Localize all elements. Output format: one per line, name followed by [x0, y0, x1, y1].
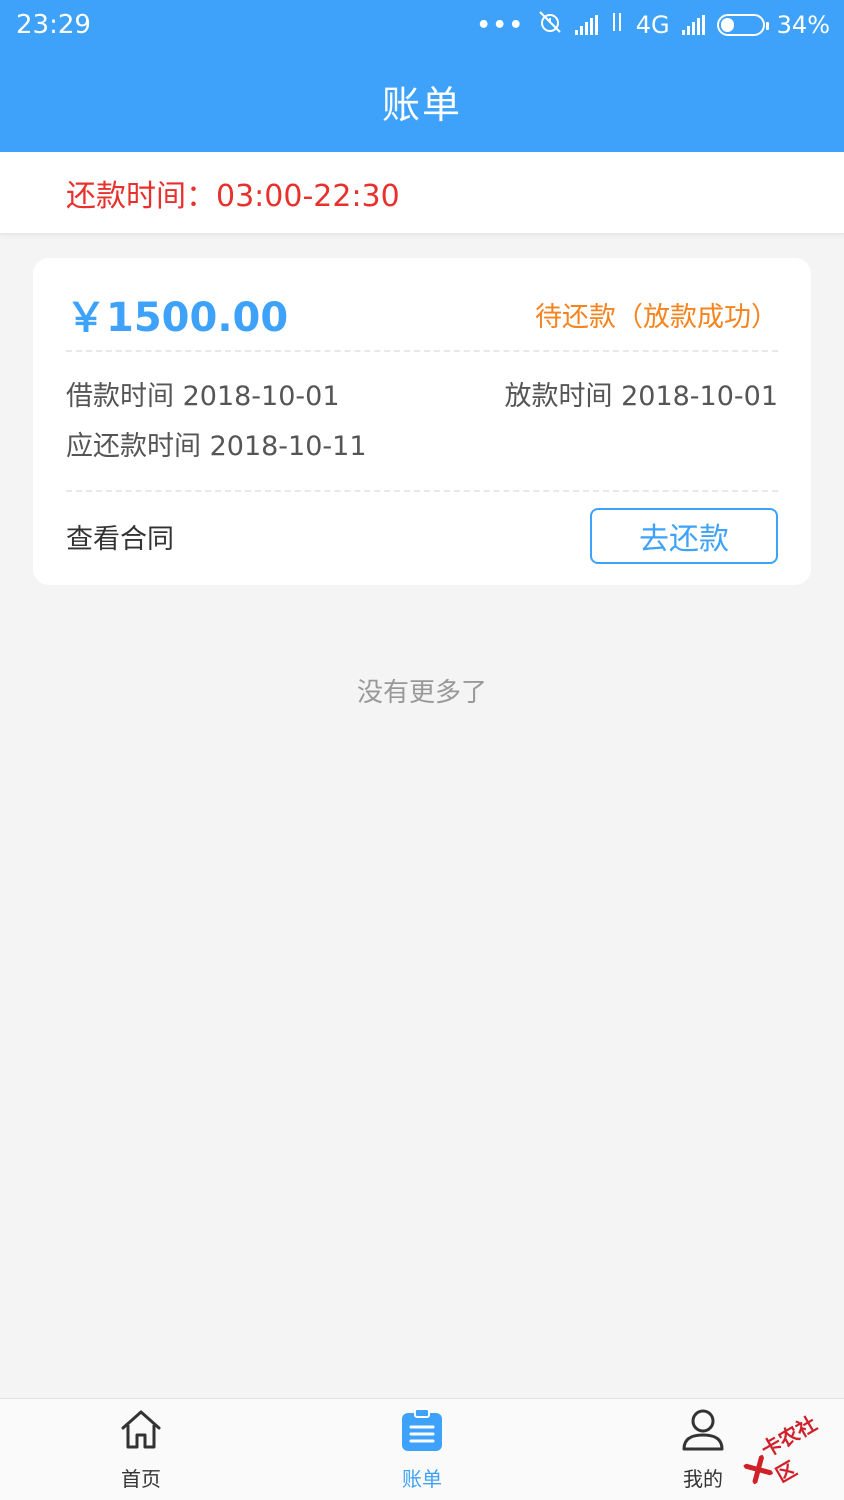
signal-icon [574, 15, 598, 35]
tab-home-label: 首页 [121, 1467, 161, 1491]
home-icon [118, 1407, 164, 1457]
bill-dates-row: 借款时间 2018-10-01 放款时间 2018-10-01 [66, 374, 778, 413]
battery-icon [716, 14, 769, 36]
app-header: 账单 [0, 50, 844, 152]
repay-button[interactable]: 去还款 [590, 508, 778, 564]
bill-status: 待还款（放款成功） [535, 301, 778, 333]
data-transfer-icon [610, 11, 624, 39]
status-icons: ••• 4G 34% [477, 10, 830, 40]
bill-actions: 查看合同 去还款 [66, 494, 778, 578]
bill-card-header: ￥1500.00 待还款（放款成功） [66, 278, 778, 352]
battery-percent: 34% [776, 11, 830, 39]
tab-bill[interactable]: 账单 [362, 1407, 482, 1493]
bill-amount: ￥1500.00 [66, 295, 289, 341]
tab-bill-label: 账单 [402, 1467, 442, 1491]
tab-home[interactable]: 首页 [81, 1407, 201, 1493]
bill-card: ￥1500.00 待还款（放款成功） 借款时间 2018-10-01 放款时间 … [33, 258, 811, 585]
bottom-tab-bar: 首页 账单 我的 [0, 1398, 844, 1500]
tab-mine-label: 我的 [683, 1467, 723, 1491]
page-title: 账单 [381, 82, 462, 127]
due-time: 应还款时间 2018-10-11 [66, 431, 367, 462]
loan-time: 借款时间 2018-10-01 [66, 381, 340, 412]
status-time: 23:29 [16, 10, 91, 40]
view-contract-link[interactable]: 查看合同 [66, 517, 174, 556]
bill-details: 借款时间 2018-10-01 放款时间 2018-10-01 应还款时间 20… [66, 354, 778, 492]
no-more-text: 没有更多了 [356, 678, 487, 708]
signal-2-icon [681, 15, 705, 35]
repayment-time-text: 还款时间：03:00-22:30 [66, 178, 400, 214]
repayment-time-notice: 还款时间：03:00-22:30 [0, 152, 844, 234]
more-notifications-icon: ••• [476, 12, 525, 38]
status-bar: 23:29 ••• 4G 34% [0, 0, 844, 50]
network-type: 4G [635, 11, 670, 39]
alarm-off-icon [537, 10, 563, 40]
bill-icon [399, 1407, 445, 1457]
disburse-time: 放款时间 2018-10-01 [504, 381, 779, 412]
user-icon [680, 1407, 726, 1457]
